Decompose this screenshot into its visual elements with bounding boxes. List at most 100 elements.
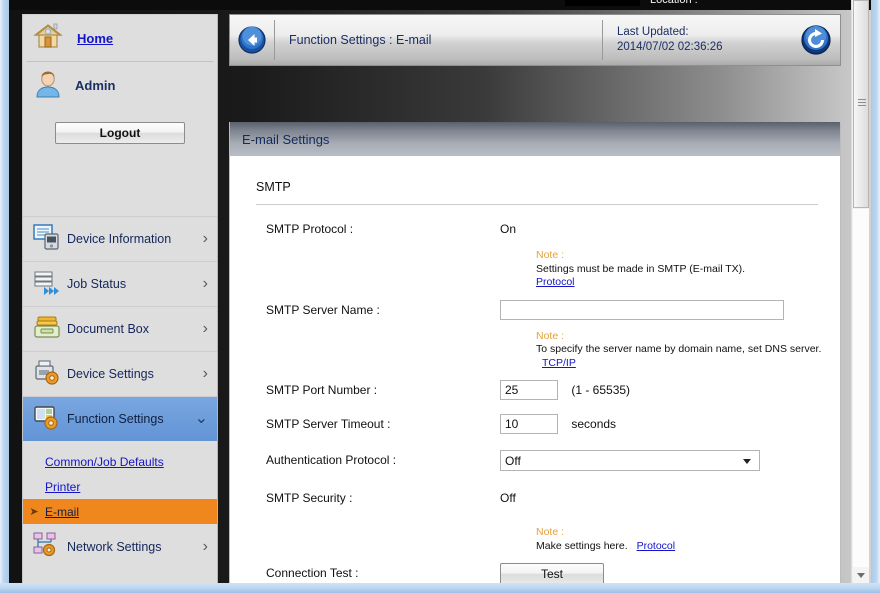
page-top-cutoff: Location : (0, 0, 880, 10)
note-text: To specify the server name by domain nam… (536, 343, 822, 355)
note-link-protocol-security[interactable]: Protocol (637, 540, 676, 552)
field-label: Authentication Protocol : (266, 453, 397, 467)
scrollbar-grip-icon (858, 99, 866, 106)
sidebar-submenu: Common/Job Defaults Printer ➤ E-mail (23, 441, 217, 524)
function-settings-icon (33, 404, 61, 435)
panel-header-title: E-mail Settings (242, 131, 330, 147)
sidebar-item-document-box[interactable]: Document Box › (23, 306, 217, 351)
field-label: SMTP Port Number : (266, 383, 378, 397)
page-titlebar: Function Settings : E-mail Last Updated:… (229, 14, 841, 66)
panel-header: E-mail Settings (230, 122, 840, 156)
sidebar-user-label: Admin (75, 77, 116, 93)
back-arrow-icon (238, 26, 266, 54)
logout-row: Logout (23, 108, 217, 144)
scrollbar-track[interactable] (853, 209, 869, 567)
main-content: Function Settings : E-mail Last Updated:… (223, 14, 848, 583)
sidebar-subitem-label: Common/Job Defaults (45, 454, 164, 469)
device-settings-icon (33, 359, 61, 390)
sidebar-item-device-settings[interactable]: Device Settings › (23, 351, 217, 396)
chevron-right-icon: › (202, 230, 208, 247)
scrollbar-thumb[interactable] (853, 0, 869, 208)
sidebar: Home Admin Logout Device Information › J… (22, 14, 218, 583)
sidebar-item-label: Document Box (67, 322, 149, 336)
last-updated-value: 2014/07/02 02:36:26 (617, 41, 723, 53)
window-frame-left (0, 0, 9, 593)
chevron-right-icon: › (202, 320, 208, 337)
smtp-protocol-value: On (500, 222, 517, 236)
avatar-icon (33, 68, 63, 103)
current-page-arrow-icon: ➤ (29, 506, 39, 518)
browser-window: Location : Home Admin Logout Device Info… (0, 0, 880, 593)
window-frame-bottom (0, 583, 880, 593)
device-information-icon (33, 223, 61, 255)
connection-test-button[interactable]: Test (500, 563, 604, 583)
chevron-down-icon: ⌄ (194, 410, 208, 427)
timeout-unit-label: seconds (571, 417, 617, 431)
sidebar-item-label: Network Settings (67, 539, 162, 554)
sidebar-home-row[interactable]: Home (23, 15, 217, 61)
sidebar-subitem-label: Printer (45, 479, 81, 494)
form-row-smtp-port-number: SMTP Port Number : (1 - 65535) (230, 380, 840, 404)
last-updated-label: Last Updated: (617, 26, 689, 38)
logout-button[interactable]: Logout (55, 122, 185, 144)
note-smtp-server-name: Note : To specify the server name by dom… (230, 330, 840, 371)
refresh-icon (801, 25, 831, 55)
smtp-server-name-input[interactable] (500, 299, 784, 320)
chevron-right-icon: › (202, 275, 208, 292)
document-box-icon (33, 314, 61, 345)
sidebar-user-row: Admin (23, 62, 217, 108)
sidebar-subitem-common-job-defaults[interactable]: Common/Job Defaults (23, 449, 217, 474)
scrollbar-down-button[interactable] (853, 567, 869, 583)
sidebar-item-label: Job Status (67, 277, 127, 291)
back-button[interactable] (230, 26, 274, 54)
last-updated: Last Updated: 2014/07/02 02:36:26 (603, 25, 792, 55)
form-row-authentication-protocol: Authentication Protocol : Off (230, 450, 840, 474)
note-heading: Note : (536, 526, 565, 538)
note-smtp-protocol: Note : Settings must be made in SMTP (E-… (230, 249, 840, 290)
network-settings-icon (33, 531, 61, 562)
settings-panel: E-mail Settings SMTP SMTP Protocol : On … (229, 122, 841, 583)
home-icon (33, 22, 63, 55)
sidebar-item-device-information[interactable]: Device Information › (23, 216, 217, 261)
refresh-button[interactable] (792, 25, 840, 55)
sidebar-item-label: Function Settings (67, 412, 164, 426)
sidebar-subitem-printer[interactable]: Printer (23, 474, 217, 499)
window-frame-right (871, 0, 880, 593)
field-label: SMTP Server Timeout : (266, 417, 391, 431)
authentication-protocol-select[interactable]: Off (500, 450, 760, 471)
smtp-server-timeout-input[interactable] (500, 414, 558, 434)
smtp-form: SMTP Protocol : On Note : Settings must … (230, 205, 840, 583)
sidebar-item-network-settings[interactable]: Network Settings › (23, 524, 217, 569)
sidebar-item-label: Device Settings (67, 367, 154, 381)
form-row-smtp-protocol: SMTP Protocol : On (230, 219, 840, 243)
form-row-smtp-security: SMTP Security : Off (230, 488, 840, 512)
smtp-port-range-hint: (1 - 65535) (571, 383, 631, 397)
page-title: Function Settings : E-mail (289, 33, 432, 47)
sidebar-home-link[interactable]: Home (77, 31, 113, 46)
chevron-right-icon: › (202, 537, 208, 555)
field-label: SMTP Server Name : (266, 302, 380, 317)
sidebar-subitem-email[interactable]: ➤ E-mail (23, 499, 217, 524)
cutoff-black-field (565, 0, 640, 6)
section-title-smtp: SMTP (256, 180, 291, 194)
sidebar-subitem-label: E-mail (45, 504, 80, 519)
note-heading: Note : (536, 329, 565, 342)
job-status-icon (33, 269, 61, 300)
sidebar-item-function-settings[interactable]: Function Settings ⌄ (23, 396, 217, 441)
chevron-right-icon: › (202, 365, 208, 382)
smtp-port-number-input[interactable] (500, 380, 558, 400)
note-smtp-security: Note : Make settings here. Protocol (230, 526, 840, 553)
note-link-tcpip[interactable]: TCP/IP (542, 357, 576, 369)
field-label: SMTP Protocol : (266, 222, 354, 236)
form-row-connection-test: Connection Test : Test (230, 563, 840, 583)
sidebar-item-label: Device Information (67, 232, 172, 246)
note-text: Make settings here. (536, 539, 628, 552)
field-label: Connection Test : (266, 566, 359, 580)
sidebar-item-job-status[interactable]: Job Status › (23, 261, 217, 306)
vertical-scrollbar[interactable] (851, 0, 869, 583)
field-label: SMTP Security : (266, 491, 353, 505)
page-content: Home Admin Logout Device Information › J… (9, 10, 849, 583)
form-row-smtp-server-timeout: SMTP Server Timeout : seconds (230, 414, 840, 438)
note-link-protocol[interactable]: Protocol (536, 276, 575, 288)
